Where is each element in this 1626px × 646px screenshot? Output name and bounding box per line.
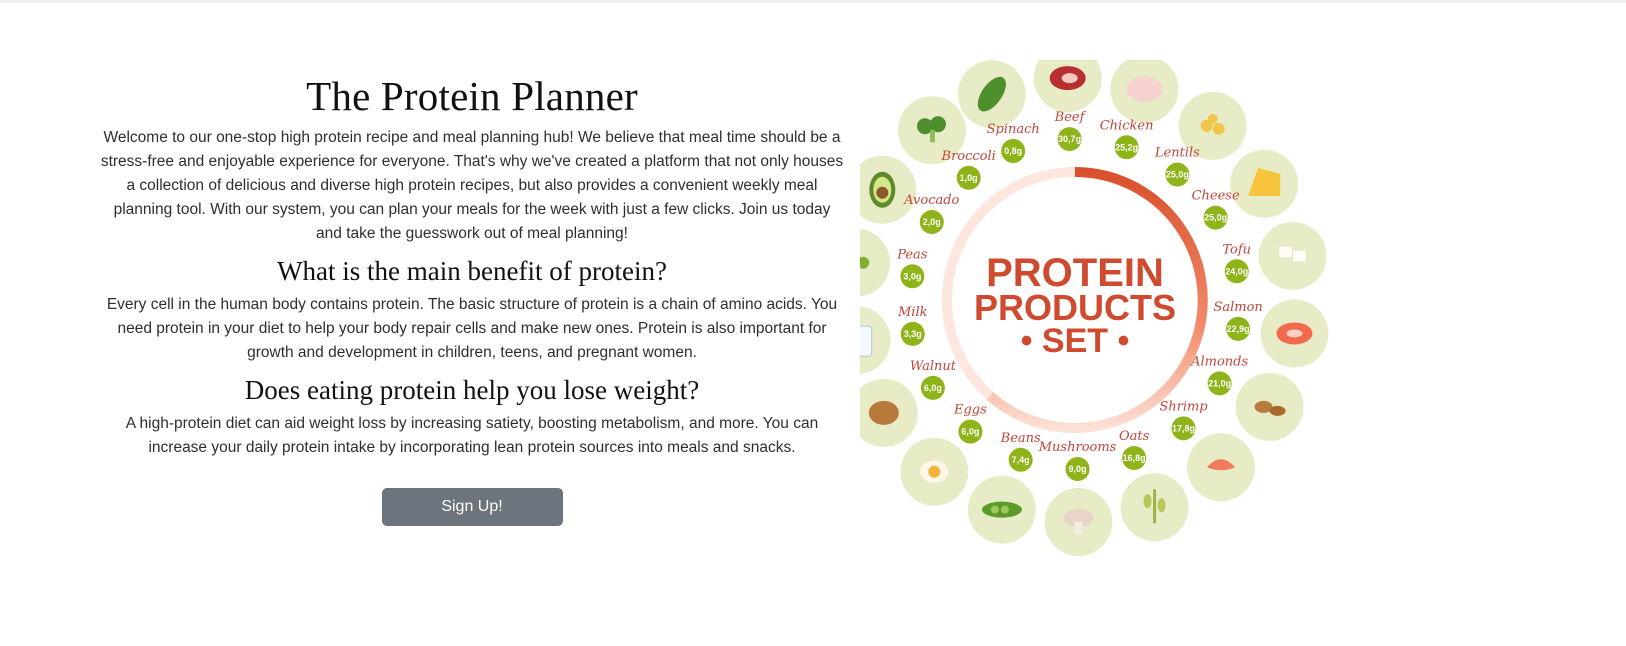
protein-value: 6,0g bbox=[961, 427, 979, 437]
milk-bottles-icon bbox=[860, 325, 873, 357]
protein-value: 7,4g bbox=[1012, 455, 1030, 465]
food-item-avocado: Avocado 2,0g bbox=[860, 155, 960, 235]
top-border bbox=[0, 0, 1626, 3]
protein-value: 16,8g bbox=[1123, 453, 1146, 463]
protein-value: 3,0g bbox=[903, 271, 921, 281]
food-label: Lentils bbox=[1154, 146, 1200, 161]
protein-value: 25,2g bbox=[1115, 142, 1138, 152]
food-label: Chicken bbox=[1100, 118, 1154, 133]
food-label: Tofu bbox=[1222, 242, 1251, 257]
food-label: Peas bbox=[896, 247, 928, 262]
food-item-oats: Oats 16,8g bbox=[1119, 429, 1189, 542]
center-title-line3: • SET • bbox=[1021, 322, 1130, 360]
food-label: Mushrooms bbox=[1038, 440, 1117, 455]
food-label: Beans bbox=[1000, 431, 1041, 446]
protein-value: 24,0g bbox=[1225, 266, 1248, 276]
protein-products-graphic: PROTEIN PRODUCTS • SET • Spinach 0,8g Beef… bbox=[860, 60, 1360, 560]
protein-products-infographic: PROTEIN PRODUCTS • SET • Spinach0,8gBeef… bbox=[860, 60, 1329, 556]
walnut-icon bbox=[868, 400, 899, 425]
salmon-icon bbox=[1276, 322, 1313, 345]
food-item-almonds: Almonds 21,0g bbox=[1190, 354, 1304, 441]
food-label: Salmon bbox=[1213, 300, 1262, 315]
food-label: Shrimp bbox=[1159, 399, 1208, 414]
benefit-paragraph: Every cell in the human body contains pr… bbox=[106, 296, 838, 361]
protein-value: 30,7g bbox=[1058, 134, 1081, 144]
protein-value: 25,0g bbox=[1166, 170, 1189, 180]
food-item-beef: Beef 30,7g bbox=[1033, 60, 1102, 152]
chicken-icon bbox=[1126, 76, 1163, 103]
food-item-chicken: Chicken 25,2g bbox=[1100, 60, 1179, 160]
avocado-icon bbox=[869, 171, 896, 208]
protein-value: 0,8g bbox=[1004, 146, 1022, 156]
food-label: Walnut bbox=[910, 359, 957, 374]
food-label: Eggs bbox=[953, 403, 987, 418]
protein-value: 25,0g bbox=[1204, 213, 1227, 223]
beans-icon bbox=[981, 501, 1022, 518]
page-title: The Protein Planner bbox=[306, 73, 638, 119]
benefit-heading: What is the main benefit of protein? bbox=[277, 256, 667, 286]
food-item-tofu: Tofu 24,0g bbox=[1222, 221, 1327, 290]
protein-value: 1,0g bbox=[960, 173, 978, 183]
beef-steak-icon bbox=[1049, 66, 1086, 91]
food-label: Avocado bbox=[903, 193, 959, 208]
food-item-mushrooms: Mushrooms 9,0g bbox=[1038, 440, 1117, 556]
protein-value: 2,0g bbox=[923, 217, 941, 227]
food-item-beans: Beans 7,4g bbox=[967, 431, 1041, 544]
food-label: Almonds bbox=[1190, 354, 1248, 369]
food-label: Cheese bbox=[1192, 189, 1240, 204]
protein-value: 9,0g bbox=[1069, 464, 1087, 474]
food-item-cheese: Cheese 25,0g bbox=[1192, 149, 1299, 230]
food-label: Beef bbox=[1054, 110, 1087, 125]
eggs-icon bbox=[920, 460, 949, 483]
food-label: Broccoli bbox=[941, 149, 996, 164]
sign-up-button[interactable]: Sign Up! bbox=[381, 488, 563, 526]
protein-value: 22,9g bbox=[1227, 324, 1250, 334]
food-label: Milk bbox=[897, 305, 928, 320]
intro-paragraph: Welcome to our one-stop high protein rec… bbox=[100, 129, 844, 242]
food-item-walnut: Walnut 6,0g bbox=[860, 359, 957, 447]
hero-text-column: The Protein Planner Welcome to our one-s… bbox=[100, 60, 844, 526]
protein-value: 17,8g bbox=[1172, 423, 1195, 433]
protein-value: 6,0g bbox=[924, 383, 942, 393]
food-item-peas: Peas 3,0g bbox=[860, 228, 928, 297]
food-label: Oats bbox=[1119, 429, 1150, 444]
food-item-spinach: Spinach 0,8g bbox=[957, 60, 1040, 164]
weight-heading: Does eating protein help you lose weight… bbox=[244, 375, 700, 405]
food-label: Spinach bbox=[987, 122, 1040, 137]
protein-value: 21,0g bbox=[1208, 378, 1231, 388]
weight-paragraph: A high-protein diet can aid weight loss … bbox=[125, 415, 819, 456]
protein-value: 3,3g bbox=[904, 329, 922, 339]
